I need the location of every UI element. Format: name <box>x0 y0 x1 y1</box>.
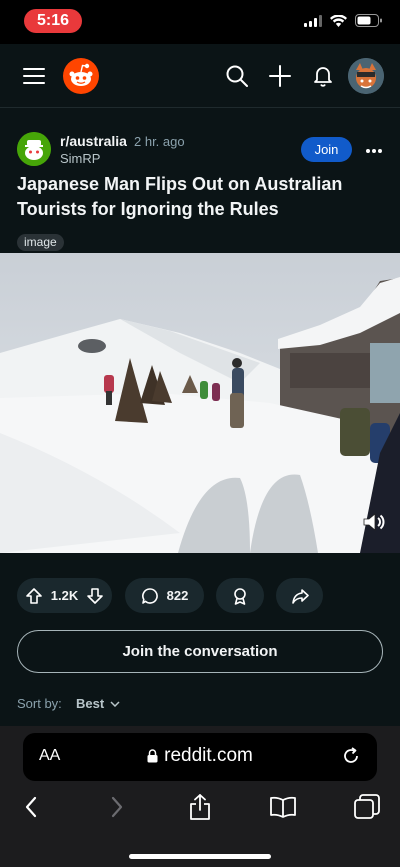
share-button[interactable] <box>276 578 323 613</box>
upvote-icon[interactable] <box>25 587 43 605</box>
subreddit-icon[interactable] <box>17 132 51 166</box>
reload-icon <box>344 747 358 763</box>
post-age: 2 hr. ago <box>134 134 185 149</box>
vote-count: 1.2K <box>50 588 79 603</box>
address-field[interactable]: reddit.com <box>23 745 377 767</box>
status-bar: 5:16 <box>0 0 400 44</box>
vote-control: 1.2K <box>17 578 112 613</box>
wifi-icon <box>330 14 347 27</box>
share-upload-icon <box>190 794 210 820</box>
app-header <box>0 44 400 108</box>
status-time: 5:16 <box>24 9 82 33</box>
reddit-logo[interactable] <box>63 58 99 94</box>
lock-icon <box>147 749 158 763</box>
user-avatar-icon <box>348 58 384 94</box>
chevron-down-icon <box>110 700 120 707</box>
post: r/australia 2 hr. ago SimRP Join Japanes… <box>0 108 400 726</box>
join-button[interactable]: Join <box>301 137 352 162</box>
create-post-button[interactable] <box>264 60 296 92</box>
forward-button[interactable] <box>102 792 132 822</box>
menu-button[interactable] <box>18 60 50 92</box>
subreddit-avatar-icon <box>17 132 51 166</box>
award-icon <box>234 587 246 605</box>
chevron-left-icon <box>25 796 37 818</box>
home-indicator <box>129 854 271 859</box>
downvote-icon[interactable] <box>86 587 104 605</box>
notifications-button[interactable] <box>307 60 339 92</box>
search-button[interactable] <box>221 60 253 92</box>
status-icons <box>304 14 382 27</box>
domain-text: reddit.com <box>164 745 253 766</box>
subreddit-name[interactable]: r/australia <box>60 133 127 149</box>
plus-icon <box>269 65 291 87</box>
book-icon <box>270 796 296 818</box>
share-sheet-button[interactable] <box>185 792 215 822</box>
post-flair: image <box>17 234 64 251</box>
bell-icon <box>314 67 332 87</box>
award-button[interactable] <box>216 578 264 613</box>
comment-count: 822 <box>166 588 189 603</box>
sort-label: Sort by: <box>17 696 62 711</box>
search-icon <box>226 65 248 87</box>
avatar[interactable] <box>348 58 384 94</box>
tabs-button[interactable] <box>352 792 382 822</box>
battery-icon <box>355 14 382 27</box>
browser-toolbar: AA reddit.com <box>0 726 400 867</box>
post-video[interactable] <box>0 253 400 553</box>
post-actions: 1.2K 822 <box>0 578 400 614</box>
reload-button[interactable] <box>341 746 363 768</box>
tabs-icon <box>354 794 380 819</box>
video-frame-image <box>0 253 400 553</box>
post-title[interactable]: Japanese Man Flips Out on Australian Tou… <box>17 172 387 222</box>
more-options-button[interactable] <box>362 138 386 162</box>
sound-toggle-button[interactable] <box>360 509 386 535</box>
reddit-snoo-icon <box>69 63 93 86</box>
back-button[interactable] <box>16 792 46 822</box>
menu-icon <box>23 68 45 84</box>
cellular-signal-icon <box>304 14 322 27</box>
sort-value: Best <box>76 696 105 711</box>
post-author[interactable]: SimRP <box>60 151 100 166</box>
more-horizontal-icon <box>366 149 382 153</box>
chevron-right-icon <box>111 796 123 818</box>
url-bar[interactable]: AA reddit.com <box>23 733 377 781</box>
bookmarks-button[interactable] <box>268 792 298 822</box>
comments-button[interactable]: 822 <box>125 578 204 613</box>
share-icon <box>291 588 309 604</box>
speaker-icon <box>363 513 385 531</box>
sort-dropdown[interactable]: Best <box>76 696 120 711</box>
join-conversation-button[interactable]: Join the conversation <box>17 630 383 673</box>
comment-icon <box>141 587 158 604</box>
